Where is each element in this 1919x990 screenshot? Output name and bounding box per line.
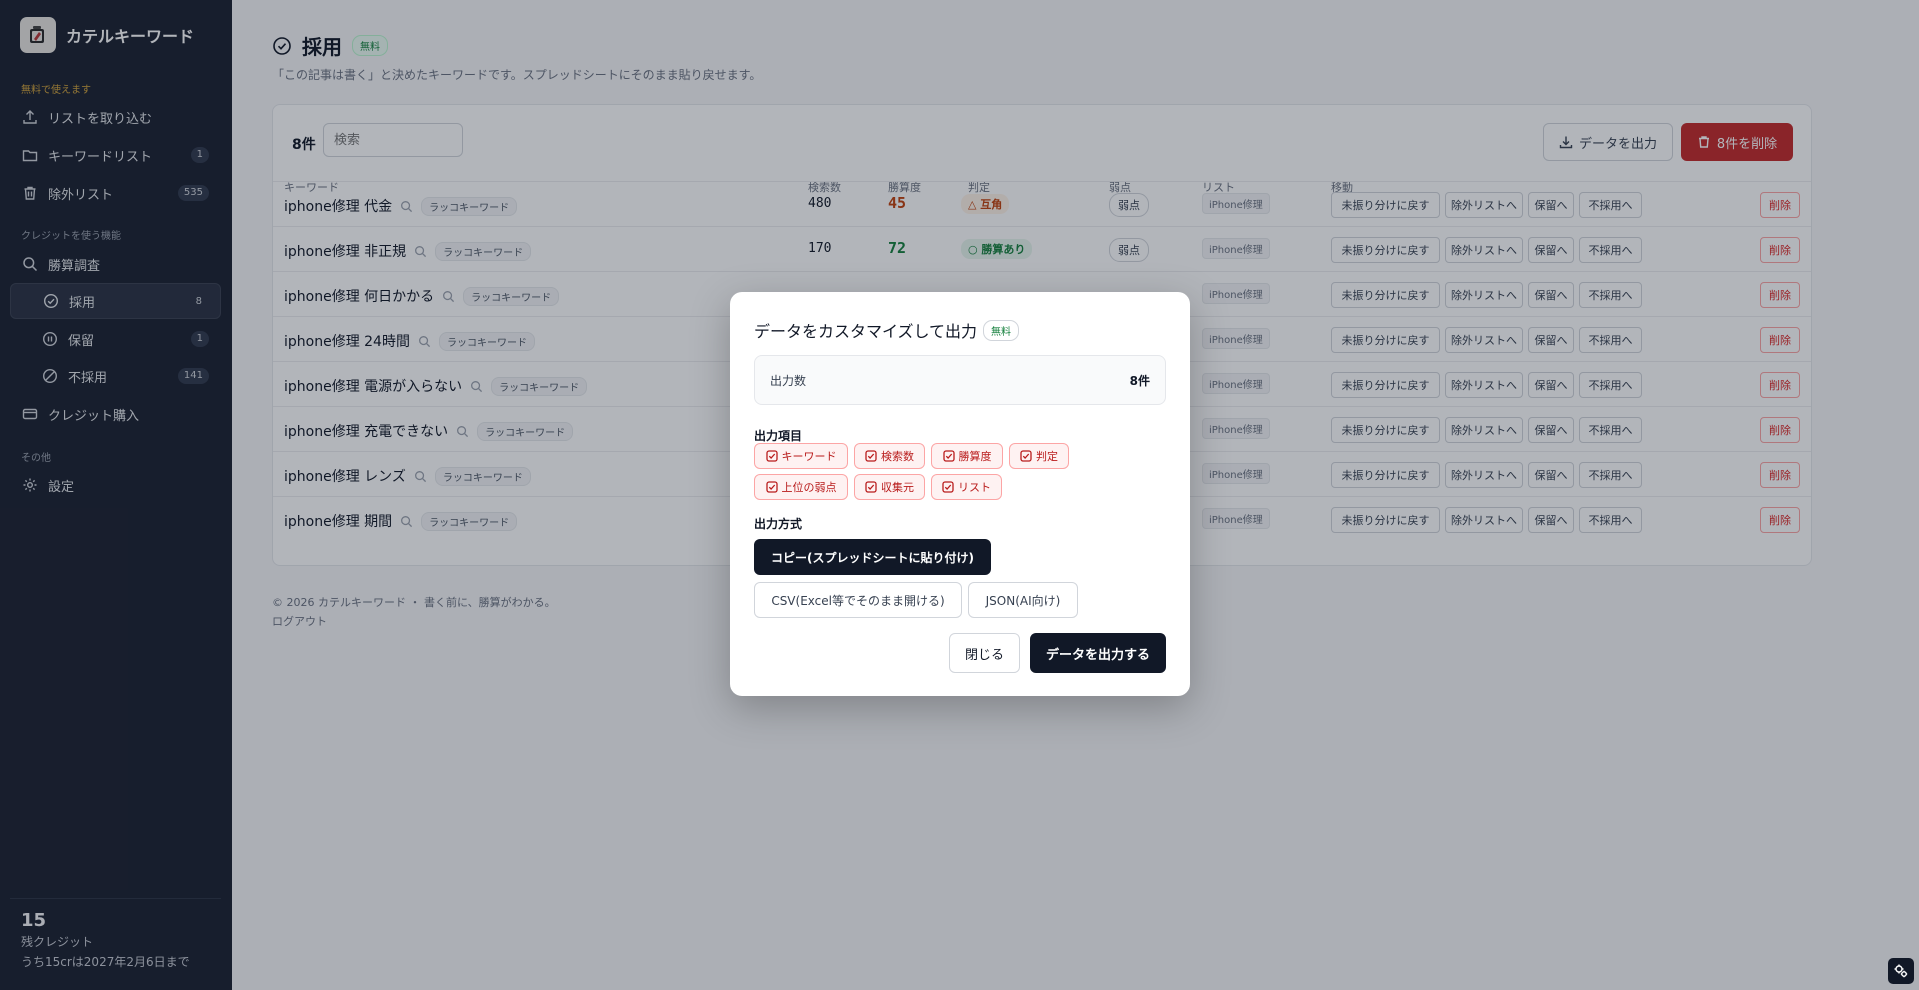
settings-toggle-icon[interactable] — [1888, 958, 1914, 984]
field-chip[interactable]: 上位の弱点 — [754, 474, 848, 500]
field-chip-label: キーワード — [781, 450, 837, 463]
checkbox-checked-icon — [765, 450, 778, 462]
format-label: 出力方式 — [754, 517, 803, 531]
field-chip[interactable]: キーワード — [754, 443, 848, 469]
field-chip-label: 判定 — [1036, 450, 1058, 463]
format-csv-button[interactable]: CSV(Excel等でそのまま開ける) — [754, 582, 962, 618]
field-chip-label: 勝算度 — [958, 450, 992, 463]
output-count-value: 8件 — [1129, 374, 1150, 388]
submit-export-button[interactable]: データを出力する — [1030, 633, 1166, 673]
checkbox-checked-icon — [865, 450, 877, 462]
output-count-label: 出力数 — [770, 374, 807, 388]
modal-header: データをカスタマイズして出力 無料 — [754, 318, 1020, 342]
field-chip-label: 検索数 — [881, 450, 914, 463]
checkbox-checked-icon — [865, 481, 877, 493]
close-button[interactable]: 閉じる — [949, 633, 1020, 673]
field-chip-label: 収集元 — [881, 481, 914, 494]
field-chip[interactable]: 収集元 — [854, 474, 925, 500]
field-chip[interactable]: 検索数 — [854, 443, 925, 469]
checkbox-checked-icon — [942, 481, 954, 493]
checkbox-checked-icon — [1020, 450, 1032, 462]
format-json-button[interactable]: JSON(AI向け) — [968, 582, 1078, 618]
field-chip[interactable]: 勝算度 — [931, 443, 1003, 469]
field-chip[interactable]: リスト — [931, 474, 1002, 500]
field-chip-label: 上位の弱点 — [781, 481, 837, 494]
format-copy-button[interactable]: コピー(スプレッドシートに貼り付け) — [754, 539, 991, 575]
field-chip-label: リスト — [958, 481, 991, 494]
export-modal: データをカスタマイズして出力 無料 出力数 8件 出力項目 キーワード 検索数 勝算… — [730, 292, 1190, 696]
modal-title: データをカスタマイズして出力 — [754, 322, 978, 341]
checkbox-checked-icon — [765, 481, 778, 493]
fields-label: 出力項目 — [754, 429, 803, 443]
output-count-box: 出力数 8件 — [754, 355, 1166, 405]
checkbox-checked-icon — [942, 450, 955, 462]
field-chip[interactable]: 判定 — [1009, 443, 1069, 469]
free-badge: 無料 — [983, 319, 1020, 341]
